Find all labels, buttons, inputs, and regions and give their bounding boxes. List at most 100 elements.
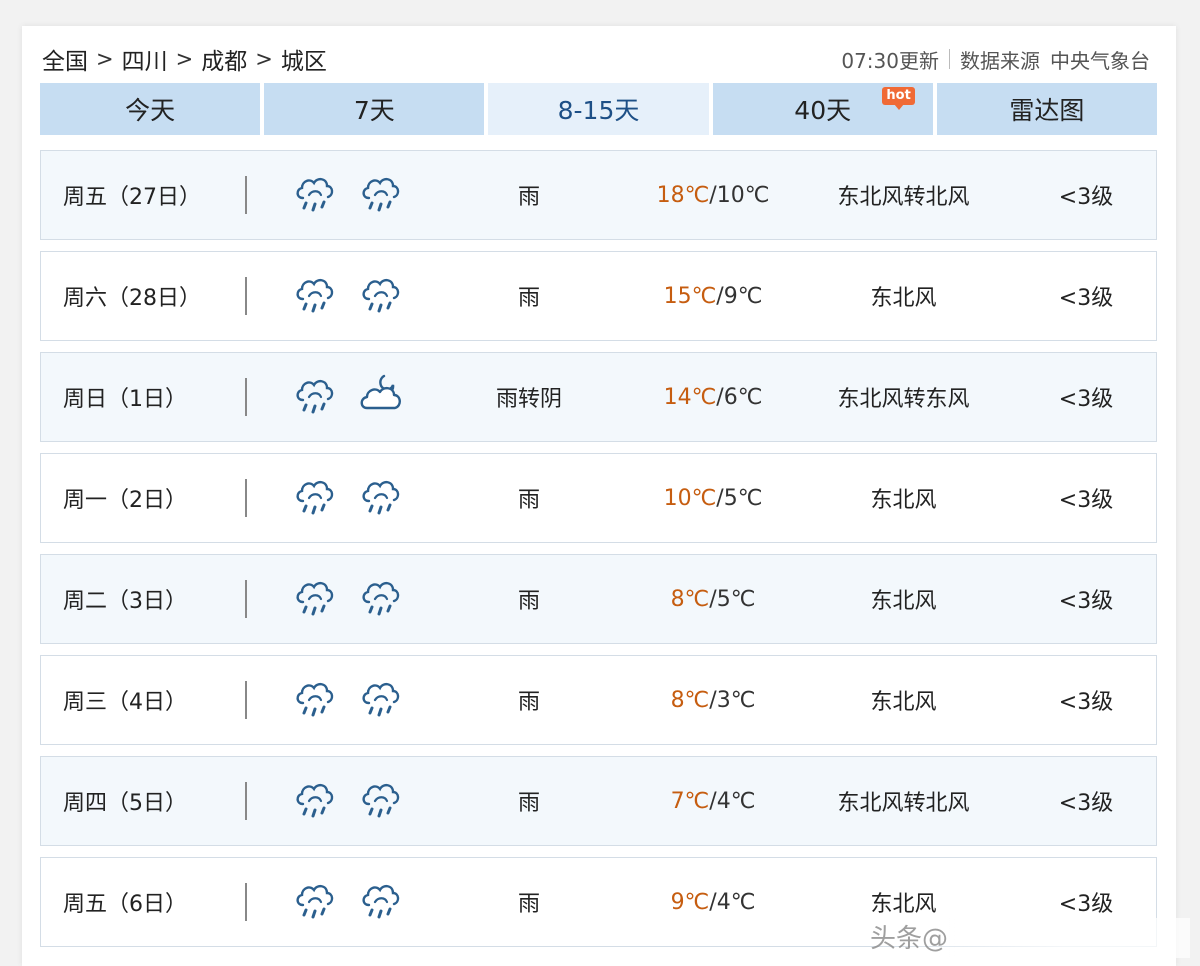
weather-description: 雨 [517, 892, 540, 917]
forecast-list: 周五（27日） 雨 18℃/10℃ 东北风转北风 <3级 周六（28日） 雨 1… [40, 150, 1157, 958]
tab-label: 8-15天 [557, 96, 640, 125]
update-meta: 07:30更新 数据来源 中央气象台 [841, 45, 1150, 74]
rain-cloud-icon [291, 168, 339, 222]
rain-cloud-icon [291, 471, 339, 525]
breadcrumb-separator: > [96, 47, 114, 71]
temperature-range: 8℃/5℃ [670, 586, 756, 612]
forecast-row[interactable]: 周日（1日） 雨转阴 14℃/6℃ 东北风转东风 <3级 [40, 352, 1157, 442]
low-temp: 3℃ [716, 687, 756, 713]
rain-cloud-icon [291, 370, 339, 424]
weather-icons [291, 353, 411, 441]
tab-today[interactable]: 今天 [40, 83, 261, 135]
rain-cloud-icon [357, 168, 405, 222]
tab-40-days[interactable]: 40天 hot [712, 83, 933, 135]
temperature-range: 18℃/10℃ [656, 182, 770, 208]
tab-7-days[interactable]: 7天 [264, 83, 485, 135]
rain-cloud-icon [291, 875, 339, 929]
weather-icons [291, 151, 411, 239]
wind-level: <3级 [1058, 791, 1114, 816]
row-divider [245, 176, 247, 214]
rain-cloud-icon [357, 572, 405, 626]
weather-icons [291, 454, 411, 542]
temperature-range: 14℃/6℃ [663, 384, 763, 410]
row-divider [245, 479, 247, 517]
forecast-row[interactable]: 周六（28日） 雨 15℃/9℃ 东北风 <3级 [40, 251, 1157, 341]
rain-cloud-icon [291, 774, 339, 828]
day-label: 周一（2日） [63, 488, 187, 513]
day-label: 周五（6日） [63, 892, 187, 917]
wind-direction: 东北风转北风 [837, 185, 970, 210]
weather-description: 雨 [517, 286, 540, 311]
breadcrumb-item-province[interactable]: 四川 [122, 42, 168, 76]
tab-label: 今天 [125, 96, 176, 125]
weather-icons [291, 656, 411, 744]
tab-label: 40天 [794, 96, 852, 125]
wind-direction: 东北风 [870, 690, 937, 715]
breadcrumb-item-district[interactable]: 城区 [281, 42, 327, 76]
temperature-range: 9℃/4℃ [670, 889, 756, 915]
forecast-row[interactable]: 周五（27日） 雨 18℃/10℃ 东北风转北风 <3级 [40, 150, 1157, 240]
temperature-range: 15℃/9℃ [663, 283, 763, 309]
wind-level: <3级 [1058, 589, 1114, 614]
weather-icons [291, 252, 411, 340]
forecast-row[interactable]: 周四（5日） 雨 7℃/4℃ 东北风转北风 <3级 [40, 756, 1157, 846]
day-label: 周二（3日） [63, 589, 187, 614]
meta-divider [949, 49, 950, 69]
row-divider [245, 782, 247, 820]
row-divider [245, 681, 247, 719]
tab-radar[interactable]: 雷达图 [936, 83, 1158, 135]
weather-description: 雨 [517, 791, 540, 816]
forecast-row[interactable]: 周二（3日） 雨 8℃/5℃ 东北风 <3级 [40, 554, 1157, 644]
day-label: 周三（4日） [63, 690, 187, 715]
weather-icons [291, 757, 411, 845]
weather-description: 雨 [517, 185, 540, 210]
watermark: 头条@ [870, 918, 1190, 958]
temperature-range: 8℃/3℃ [670, 687, 756, 713]
forecast-tabs: 今天 7天 8-15天 40天 hot 雷达图 [40, 83, 1158, 135]
wind-direction: 东北风 [870, 488, 937, 513]
low-temp: 5℃ [716, 586, 756, 612]
hot-badge: hot [882, 87, 915, 110]
weather-description: 雨转阴 [495, 387, 562, 412]
breadcrumb-item-city[interactable]: 成都 [201, 42, 247, 76]
wind-level: <3级 [1058, 286, 1114, 311]
rain-cloud-icon [357, 269, 405, 323]
row-divider [245, 580, 247, 618]
day-label: 周五（27日） [63, 185, 201, 210]
wind-level: <3级 [1058, 387, 1114, 412]
wind-direction: 东北风转北风 [837, 791, 970, 816]
weather-description: 雨 [517, 589, 540, 614]
wind-level: <3级 [1058, 488, 1114, 513]
high-temp: 15℃ [663, 283, 717, 309]
tab-8-15-days[interactable]: 8-15天 [488, 83, 709, 135]
weather-icons [291, 858, 411, 946]
row-divider [245, 277, 247, 315]
weather-description: 雨 [517, 488, 540, 513]
low-temp: 6℃ [723, 384, 763, 410]
overcast-moon-icon [357, 370, 405, 424]
tab-label: 雷达图 [1009, 96, 1085, 125]
update-time: 07:30更新 [841, 48, 939, 73]
day-label: 周四（5日） [63, 791, 187, 816]
high-temp: 18℃ [656, 182, 710, 208]
day-label: 周六（28日） [63, 286, 201, 311]
rain-cloud-icon [357, 875, 405, 929]
forecast-row[interactable]: 周三（4日） 雨 8℃/3℃ 东北风 <3级 [40, 655, 1157, 745]
high-temp: 8℃ [670, 586, 710, 612]
low-temp: 4℃ [716, 788, 756, 814]
wind-direction: 东北风 [870, 286, 937, 311]
wind-direction: 东北风 [870, 589, 937, 614]
rain-cloud-icon [291, 673, 339, 727]
high-temp: 8℃ [670, 687, 710, 713]
breadcrumb-separator: > [175, 47, 194, 71]
breadcrumb-item-country[interactable]: 全国 [42, 42, 88, 76]
wind-direction: 东北风转东风 [837, 387, 970, 412]
row-divider [245, 378, 247, 416]
rain-cloud-icon [291, 269, 339, 323]
weather-forecast-card: 全国 > 四川 > 成都 > 城区 07:30更新 数据来源 中央气象台 今天 … [22, 26, 1176, 966]
forecast-row[interactable]: 周一（2日） 雨 10℃/5℃ 东北风 <3级 [40, 453, 1157, 543]
weather-icons [291, 555, 411, 643]
rain-cloud-icon [357, 673, 405, 727]
source-name[interactable]: 中央气象台 [1050, 45, 1150, 74]
rain-cloud-icon [291, 572, 339, 626]
